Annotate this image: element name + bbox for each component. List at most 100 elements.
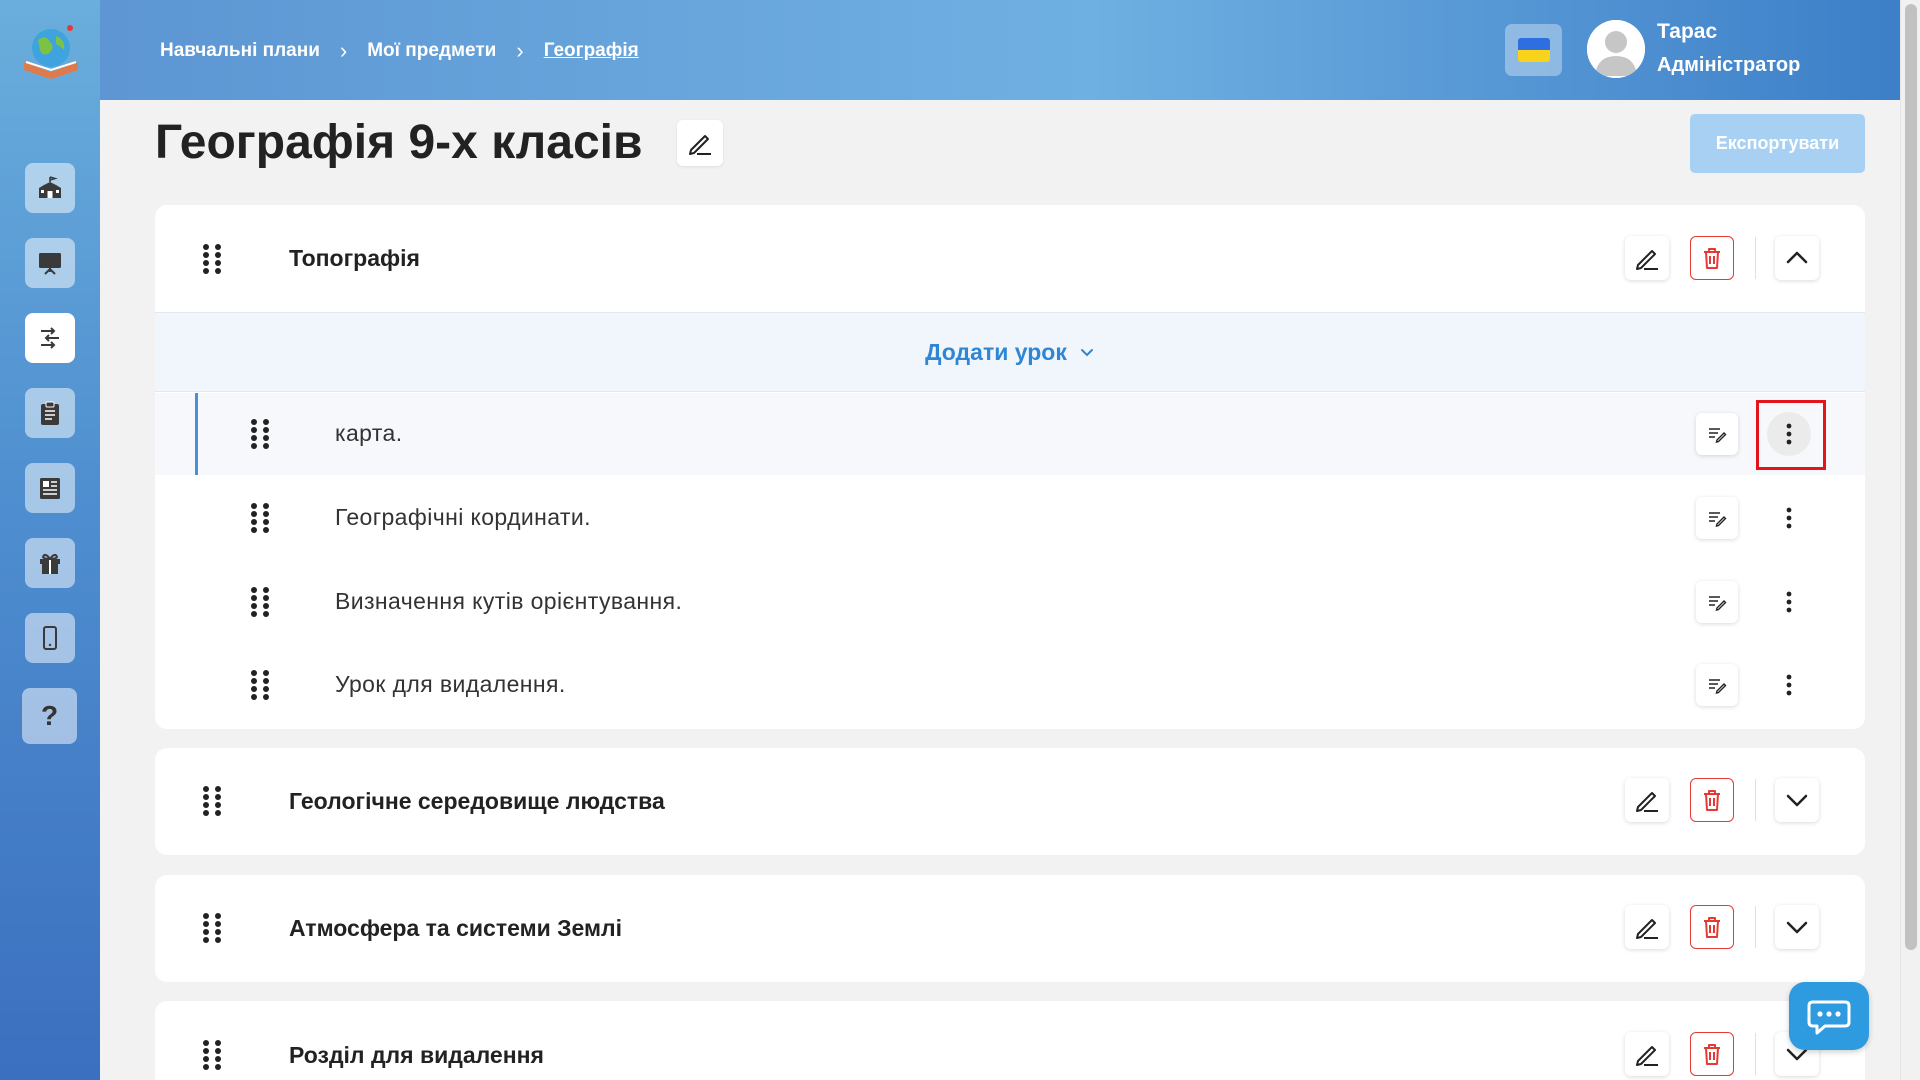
avatar[interactable] [1587,20,1645,78]
notes-icon [1709,428,1727,443]
sidebar-item-newspaper[interactable] [25,463,75,513]
divider [1755,1033,1756,1075]
edit-section-button[interactable] [1625,905,1669,949]
sidebar-item-phone[interactable] [25,613,75,663]
breadcrumb: Навчальні плани › Мої предмети › Географ… [160,38,639,64]
chevron-down-icon [1080,349,1093,357]
sidebar-item-clipboard[interactable] [25,388,75,438]
divider [1755,237,1756,279]
chat-button[interactable] [1789,982,1869,1050]
edit-section-button[interactable] [1625,1032,1669,1076]
lesson-row[interactable]: Урок для видалення. [155,644,1865,726]
help-icon: ? [40,700,59,731]
pencil-icon [1636,1046,1658,1066]
lesson-notes-button[interactable] [1696,497,1738,539]
drag-handle-icon[interactable] [248,502,272,534]
collapse-section-button[interactable] [1775,236,1819,280]
selected-row-marker [195,393,198,475]
more-vertical-icon [1786,507,1792,529]
sidebar: ? [0,0,100,1080]
sidebar-item-school[interactable] [25,163,75,213]
lesson-title: Географічні кординати. [335,504,591,530]
chat-icon [1807,1000,1851,1035]
lesson-menu-button[interactable] [1767,663,1811,707]
pencil-icon [1636,919,1658,939]
sidebar-item-curriculum[interactable] [25,313,75,363]
trash-icon [1704,790,1720,811]
school-icon [39,176,61,198]
scrollbar-thumb[interactable] [1905,4,1917,950]
delete-section-button[interactable] [1690,905,1734,949]
highlight-box [1756,400,1826,470]
pencil-icon [1636,792,1658,812]
breadcrumb-item-subjects[interactable]: Мої предмети [367,40,496,62]
pencil-icon [1636,250,1658,270]
language-button[interactable] [1505,24,1562,76]
lesson-row[interactable]: Визначення кутів орієнтування. [155,561,1865,643]
delete-section-button[interactable] [1690,236,1734,280]
section-title: Геологічне середовище людства [289,788,665,814]
trash-icon [1704,248,1720,269]
clipboard-icon [41,401,59,425]
page-title: Географія 9-х класів [155,116,643,169]
export-button[interactable]: Експортувати [1690,114,1865,173]
notes-icon [1709,596,1727,611]
drag-handle-icon[interactable] [248,669,272,701]
expand-section-button[interactable] [1775,905,1819,949]
divider [1755,906,1756,948]
delete-section-button[interactable] [1690,778,1734,822]
lesson-row[interactable]: карта. [155,393,1865,475]
lesson-notes-button[interactable] [1696,413,1738,455]
breadcrumb-item-plans[interactable]: Навчальні плани [160,40,320,62]
section-title: Атмосфера та системи Землі [289,915,623,941]
breadcrumb-item-current[interactable]: Географія [544,40,639,62]
ukraine-flag-icon [1517,38,1550,62]
more-vertical-icon [1786,591,1792,613]
drag-handle-icon[interactable] [200,785,224,817]
edit-title-button[interactable] [677,120,723,166]
notes-icon [1709,679,1727,694]
lesson-menu-button[interactable] [1767,580,1811,624]
drag-handle-icon[interactable] [248,586,272,618]
top-header: Навчальні плани › Мої предмети › Географ… [100,0,1920,100]
more-vertical-icon [1786,674,1792,696]
expand-section-button[interactable] [1775,778,1819,822]
divider [1755,779,1756,821]
lesson-title: карта. [335,420,403,446]
lesson-notes-button[interactable] [1696,664,1738,706]
sidebar-item-presentation[interactable] [25,238,75,288]
phone-icon [43,626,57,650]
breadcrumb-separator: › [339,38,348,63]
pencil-icon [689,135,711,155]
gift-icon [40,553,60,574]
drag-handle-icon[interactable] [200,1039,224,1071]
sidebar-item-help[interactable]: ? [22,688,77,744]
add-lesson-dropdown[interactable]: Додати урок [155,312,1865,392]
user-avatar-icon [1587,20,1645,78]
newspaper-icon [40,478,60,499]
trash-icon [1704,1044,1720,1065]
app-logo[interactable] [20,22,82,80]
page-scrollbar[interactable] [1900,0,1920,1080]
edit-section-button[interactable] [1625,236,1669,280]
lesson-title: Визначення кутів орієнтування. [335,588,683,614]
drag-handle-icon[interactable] [248,418,272,450]
notes-icon [1709,512,1727,527]
delete-section-button[interactable] [1690,1032,1734,1076]
lesson-menu-button[interactable] [1767,496,1811,540]
lesson-row[interactable]: Географічні кординати. [155,477,1865,559]
user-name[interactable]: Тарас [1657,20,1717,44]
curriculum-icon [41,327,59,349]
lesson-notes-button[interactable] [1696,581,1738,623]
chevron-up-icon [1786,251,1808,264]
section-title: Топографія [289,245,420,271]
trash-icon [1704,917,1720,938]
chevron-down-icon [1786,794,1808,807]
drag-handle-icon[interactable] [200,912,224,944]
sidebar-item-gift[interactable] [25,538,75,588]
edit-section-button[interactable] [1625,778,1669,822]
chevron-down-icon [1786,921,1808,934]
drag-handle-icon[interactable] [200,243,224,275]
lesson-title: Урок для видалення. [335,671,566,697]
user-role: Адміністратор [1657,54,1801,76]
